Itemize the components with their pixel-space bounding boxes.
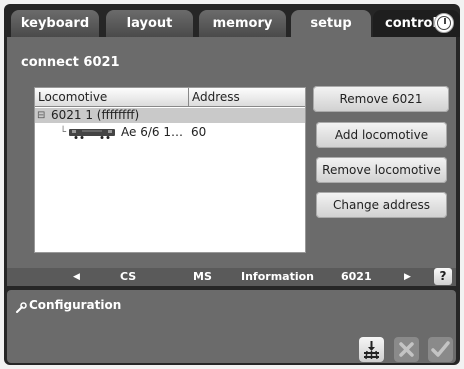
confirm-button[interactable] <box>428 337 453 362</box>
locomotive-icon <box>68 127 116 139</box>
app-window: keyboard layout memory setup control con… <box>4 4 460 365</box>
tab-keyboard[interactable]: keyboard <box>11 10 99 37</box>
change-address-button[interactable]: Change address <box>316 192 447 218</box>
column-header-address[interactable]: Address <box>189 88 305 107</box>
help-button[interactable]: ? <box>434 268 452 285</box>
tree-connector: └ <box>60 127 67 138</box>
group-label: 6021 1 (ffffffff) <box>51 108 140 122</box>
locomotive-table[interactable]: Locomotive Address ⊟ 6021 1 (ffffffff) └ <box>34 87 306 253</box>
column-header-locomotive[interactable]: Locomotive <box>35 88 189 107</box>
nav-left-arrow-icon[interactable]: ◀ <box>73 268 80 286</box>
close-icon <box>399 342 414 357</box>
nav-item-ms[interactable]: MS <box>193 268 212 286</box>
add-locomotive-button[interactable]: Add locomotive <box>316 122 447 148</box>
nav-item-cs[interactable]: CS <box>120 268 136 286</box>
tab-memory[interactable]: memory <box>199 10 286 37</box>
tab-setup[interactable]: setup <box>291 10 371 37</box>
tree-expander-icon[interactable]: ⊟ <box>37 108 45 123</box>
setup-panel: connect 6021 Locomotive Address ⊟ 6021 1… <box>7 37 456 286</box>
remove-locomotive-button[interactable]: Remove locomotive <box>316 157 447 183</box>
clock-icon[interactable] <box>434 13 454 33</box>
track-connect-button[interactable] <box>359 337 384 362</box>
tab-control[interactable]: control <box>373 10 460 37</box>
sub-navigation: ◀ CS MS Information 6021 ▶ ? <box>7 268 456 286</box>
nav-item-information[interactable]: Information <box>241 268 314 286</box>
locomotive-name: Ae 6/6 1… <box>121 125 183 139</box>
configuration-title: Configuration <box>29 298 122 312</box>
nav-item-6021[interactable]: 6021 <box>341 268 372 286</box>
wrench-icon <box>15 299 27 318</box>
checkmark-icon <box>431 341 450 357</box>
nav-right-arrow-icon[interactable]: ▶ <box>404 268 411 286</box>
tab-layout[interactable]: layout <box>106 10 193 37</box>
track-connect-icon <box>364 341 379 360</box>
table-row[interactable]: └ Ae 6/6 1… 60 <box>35 124 305 141</box>
configuration-panel: Configuration <box>7 290 456 363</box>
panel-title: connect 6021 <box>21 55 120 70</box>
tab-control-label: control <box>385 16 437 31</box>
remove-6021-button[interactable]: Remove 6021 <box>313 86 449 112</box>
locomotive-address: 60 <box>191 125 207 139</box>
tree-group-row[interactable]: ⊟ 6021 1 (ffffffff) <box>35 108 305 123</box>
cancel-button[interactable] <box>394 337 419 362</box>
